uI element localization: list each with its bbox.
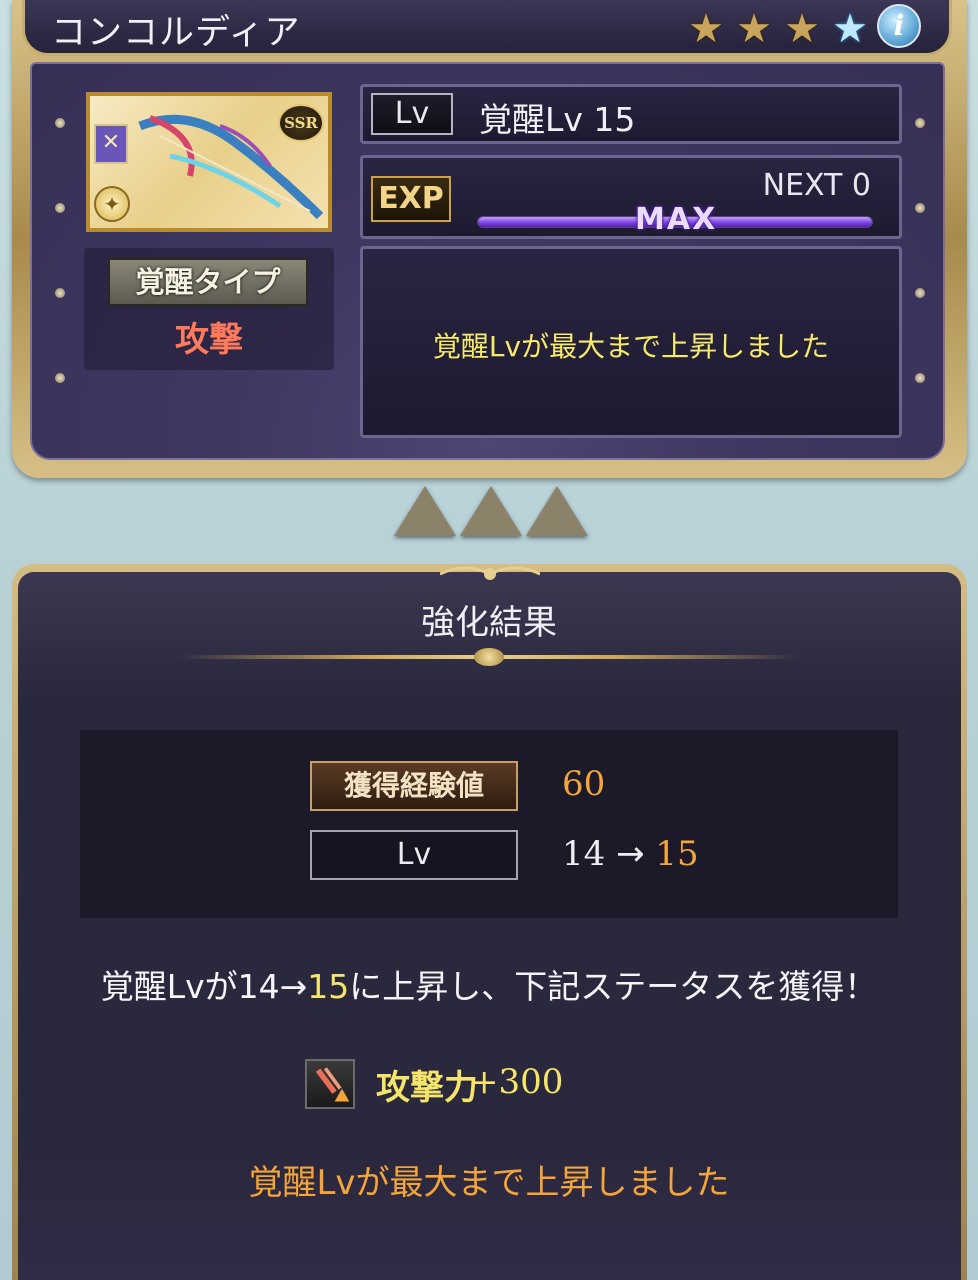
result-title: 強化結果 — [421, 603, 557, 643]
level-to: 15 — [655, 834, 699, 874]
level-arrow: → — [616, 834, 645, 874]
awaken-type-label: 覚醒タイプ — [108, 258, 308, 306]
weapon-type-icon: ✕ — [94, 124, 128, 164]
rivet-decoration — [55, 203, 65, 213]
rarity-badge: SSR — [278, 104, 324, 142]
awaken-type-value: 攻撃 — [175, 320, 243, 360]
weapon-card[interactable]: ✕ ✦ SSR — [86, 92, 332, 232]
next-exp-text: NEXT 0 — [762, 168, 871, 203]
summary-prefix: 覚醒Lvが14→ — [100, 967, 308, 1006]
gained-exp-label: 獲得経験値 — [310, 761, 518, 811]
summary-highlight: 15 — [307, 967, 350, 1006]
stat-value: +300 — [470, 1062, 564, 1102]
result-level-label: Lv — [310, 830, 518, 880]
star-icon: ★ — [688, 6, 724, 52]
result-box — [80, 730, 898, 918]
rivet-decoration — [915, 118, 925, 128]
level-label: Lv — [371, 93, 453, 135]
result-level-value: 14 → 15 — [562, 834, 699, 874]
level-value: 覚醒Lv 15 — [479, 100, 636, 139]
rivet-decoration — [55, 118, 65, 128]
summary-suffix: に上昇し、下記ステータスを獲得！ — [349, 967, 878, 1006]
rivet-decoration — [915, 288, 925, 298]
element-icon: ✦ — [94, 186, 130, 222]
star-icon: ★ — [832, 6, 868, 52]
rivet-decoration — [55, 373, 65, 383]
rivet-decoration — [55, 288, 65, 298]
triangle-icon — [526, 486, 588, 536]
final-message: 覚醒Lvが最大まで上昇しました — [248, 1163, 730, 1203]
exp-label: EXP — [371, 176, 451, 222]
level-row: Lv 覚醒Lv 15 — [360, 84, 902, 144]
star-icon: ★ — [736, 6, 772, 52]
result-summary: 覚醒Lvが14→15に上昇し、下記ステータスを獲得！ — [0, 960, 978, 1008]
triangle-icon — [460, 486, 522, 536]
triangle-icon — [394, 486, 456, 536]
ornament-icon — [440, 566, 540, 580]
max-level-message: 覚醒Lvが最大まで上昇しました — [432, 330, 830, 363]
exp-row: EXP NEXT 0 MAX — [360, 155, 902, 239]
star-icon: ★ — [784, 6, 820, 52]
down-arrows — [394, 486, 588, 536]
gained-exp-value: 60 — [562, 764, 606, 804]
divider-ornament-icon — [474, 648, 504, 666]
title-bar: コンコルディア ★ ★ ★ ★ i — [22, 0, 952, 56]
level-from: 14 — [562, 834, 606, 874]
info-button[interactable]: i — [877, 4, 921, 48]
message-box: 覚醒Lvが最大まで上昇しました — [360, 246, 902, 438]
attack-up-icon — [305, 1059, 355, 1109]
star-rating: ★ ★ ★ ★ — [685, 9, 871, 49]
max-label: MAX — [635, 202, 718, 237]
stat-name: 攻撃力 — [376, 1068, 478, 1108]
rivet-decoration — [915, 203, 925, 213]
rivet-decoration — [915, 373, 925, 383]
weapon-name: コンコルディア — [51, 13, 301, 53]
